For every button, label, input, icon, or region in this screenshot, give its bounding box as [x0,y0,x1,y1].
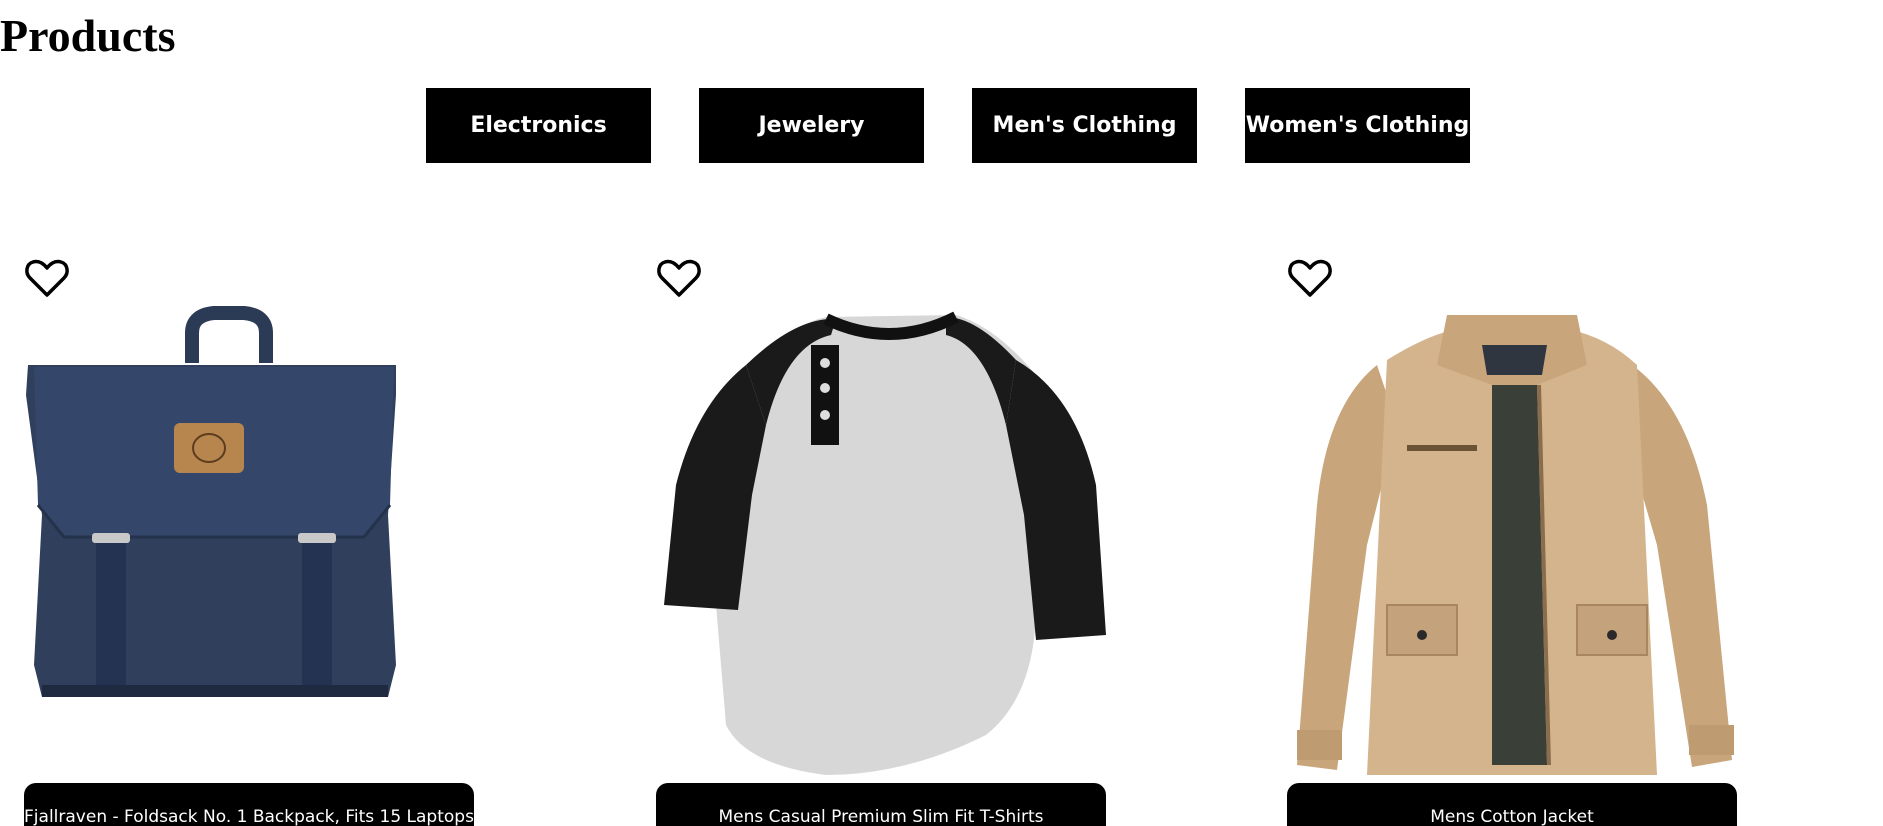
category-filter-bar: Electronics Jewelery Men's Clothing Wome… [426,88,1470,163]
category-button-mens-clothing[interactable]: Men's Clothing [972,88,1197,163]
favorite-heart-icon[interactable] [24,255,70,301]
category-button-womens-clothing[interactable]: Women's Clothing [1245,88,1470,163]
favorite-heart-icon[interactable] [656,255,702,301]
page-title: Products [0,10,176,61]
product-card[interactable]: Mens Cotton Jacket [1287,255,1737,826]
backpack-image[interactable] [24,305,474,785]
product-title[interactable]: Mens Cotton Jacket [1287,783,1737,826]
favorite-heart-icon[interactable] [1287,255,1333,301]
product-card[interactable]: Fjallraven - Foldsack No. 1 Backpack, Fi… [24,255,474,826]
jacket-image[interactable] [1287,305,1737,785]
tshirt-image[interactable] [656,305,1106,785]
product-title[interactable]: Mens Casual Premium Slim Fit T-Shirts [656,783,1106,826]
category-button-jewelery[interactable]: Jewelery [699,88,924,163]
product-card[interactable]: Mens Casual Premium Slim Fit T-Shirts [656,255,1106,826]
product-title[interactable]: Fjallraven - Foldsack No. 1 Backpack, Fi… [24,783,474,826]
category-button-electronics[interactable]: Electronics [426,88,651,163]
